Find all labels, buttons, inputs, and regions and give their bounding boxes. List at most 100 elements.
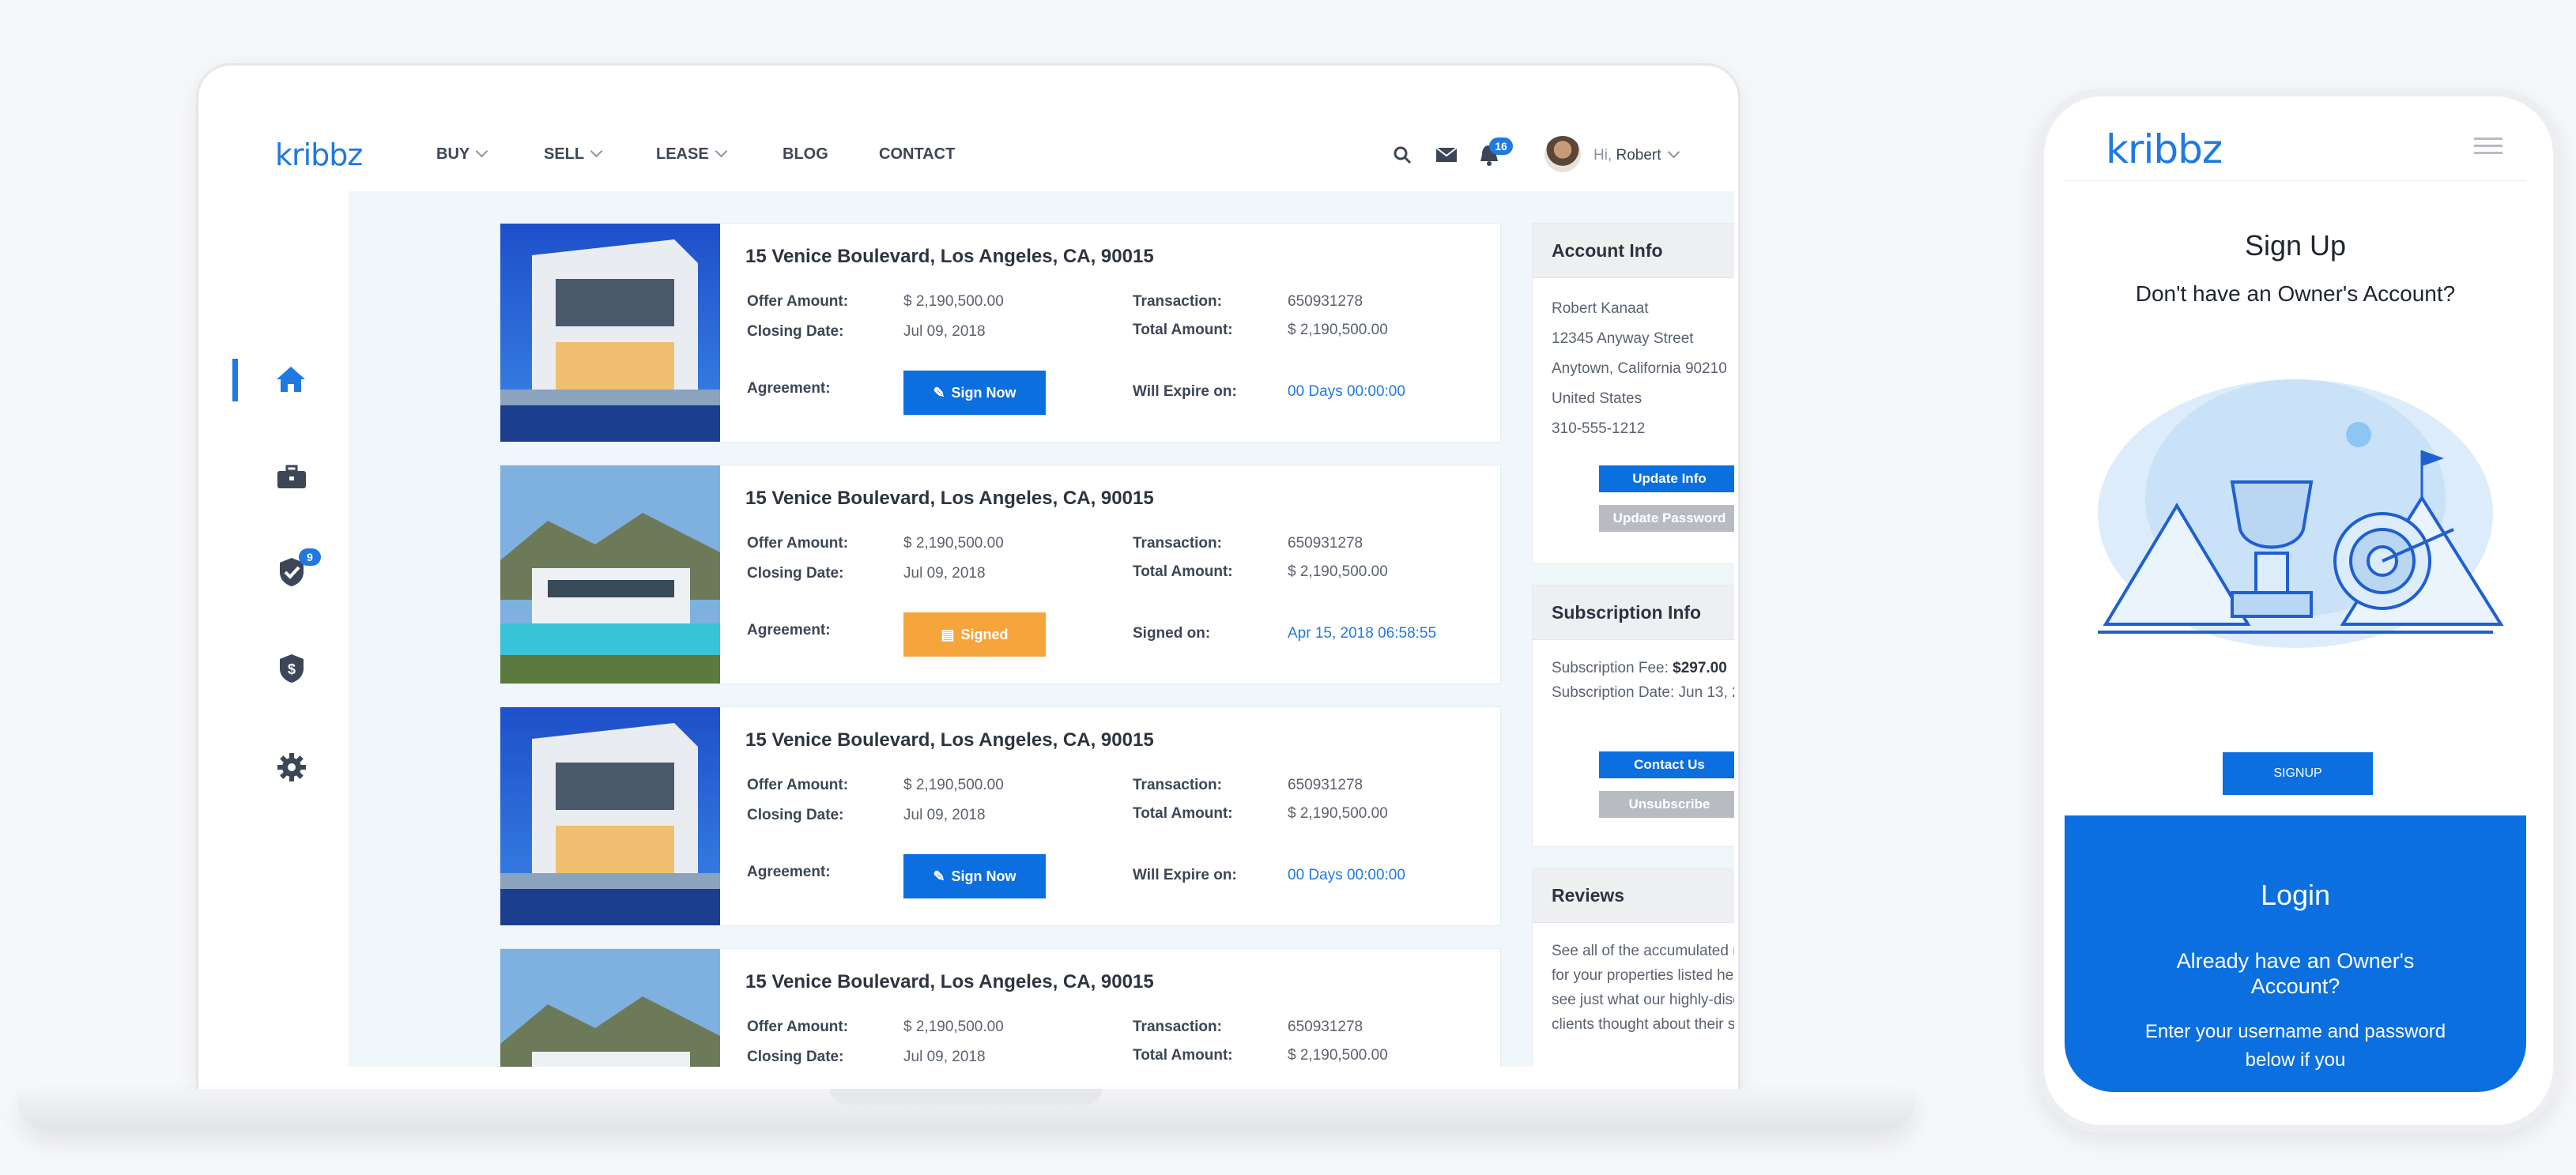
nav-buy[interactable]: BUY [436,145,488,164]
closing-label: Closing Date: [747,323,844,340]
transaction-value: 650931278 [1288,777,1363,793]
update-info-button[interactable]: Update Info [1599,465,1734,492]
signup-title: Sign Up [2244,229,2347,262]
update-password-button[interactable]: Update Password [1599,505,1734,532]
total-label: Total Amount: [1133,805,1233,822]
total-value: $ 2,190,500.00 [1288,563,1388,580]
home-icon[interactable] [275,365,307,394]
signed-button[interactable]: ▤ Signed [903,612,1046,657]
notification-badge: 16 [1489,137,1513,155]
property-photo[interactable] [500,465,720,684]
hamburger-menu-icon[interactable] [2474,136,2502,156]
login-instructions: Enter your username and password below i… [2144,1021,2446,1071]
phone-header: kribbz [2065,119,2526,181]
edit-icon: ✎ [933,868,945,884]
edit-icon: ✎ [933,384,945,401]
agreement-label: Agreement: [747,380,831,397]
closing-label: Closing Date: [747,565,844,582]
offer-label: Offer Amount: [747,1019,849,1035]
listing-card: 15 Venice Boulevard, Los Angeles, CA, 90… [500,948,1501,1067]
account-info-panel: Account Info Robert Kanaat 12345 Anyway … [1532,223,1734,564]
closing-value: Jul 09, 2018 [903,1049,986,1065]
total-label: Total Amount: [1133,322,1233,338]
offer-value: $ 2,190,500.00 [903,777,1004,793]
nav-blog[interactable]: BLOG [783,145,828,164]
subscription-fee: Subscription Fee: $297.00 [1552,660,1727,676]
laptop-screen: kribbz BUY SELL LEASE BLOG CONTACT 16 Hi… [232,119,1734,1067]
reviews-panel: Reviews See all of the accumulated revie… [1532,868,1734,1067]
expire-value: 00 Days 00:00:00 [1288,383,1405,400]
listing-card: 15 Venice Boulevard, Los Angeles, CA, 90… [500,465,1501,684]
chevron-down-icon [475,145,488,158]
chevron-down-icon [1667,145,1680,159]
shield-dollar-icon[interactable]: $ [278,653,305,684]
total-label: Total Amount: [1133,563,1233,580]
subscription-date: Subscription Date: Jun 13, 2018 [1552,684,1734,701]
gear-icon[interactable] [277,752,307,782]
sidebar-badge: 9 [299,548,321,566]
login-title: Login [2260,879,2331,911]
expire-label: Will Expire on: [1133,867,1237,883]
agreement-label: Agreement: [747,622,831,638]
offer-value: $ 2,190,500.00 [903,293,1004,310]
svg-text:$: $ [288,661,296,677]
agreement-label: Agreement: [747,864,831,880]
nav-lease[interactable]: LEASE [656,145,727,164]
transaction-label: Transaction: [1133,777,1222,793]
closing-label: Closing Date: [747,1049,844,1065]
login-section: Login Already have an Owner's Account? E… [2065,815,2526,1092]
sign-now-button[interactable]: ✎ Sign Now [903,371,1046,415]
offer-value: $ 2,190,500.00 [903,535,1004,552]
reviews-title: Reviews [1533,868,1734,923]
main-content: 15 Venice Boulevard, Los Angeles, CA, 90… [349,191,1734,1067]
sign-now-button[interactable]: ✎ Sign Now [903,854,1046,898]
listing-card: 15 Venice Boulevard, Los Angeles, CA, 90… [500,706,1501,926]
mail-icon[interactable] [1435,147,1458,163]
closing-label: Closing Date: [747,807,844,823]
chevron-down-icon [590,145,603,158]
offer-value: $ 2,190,500.00 [903,1019,1004,1035]
subscription-details: Subscription Fee: $297.00 Subscription D… [1533,640,1734,705]
user-greeting[interactable]: Hi, Robert [1593,145,1680,164]
search-icon[interactable] [1393,145,1413,166]
total-value: $ 2,190,500.00 [1288,322,1388,338]
reviews-text: See all of the accumulated reviews for y… [1552,943,1734,1033]
total-value: $ 2,190,500.00 [1288,1047,1388,1064]
unsubscribe-button[interactable]: Unsubscribe [1599,791,1734,818]
account-country: United States [1552,390,1643,407]
transaction-value: 650931278 [1288,1019,1363,1035]
contact-us-button[interactable]: Contact Us [1599,751,1734,778]
trophy-illustration [2098,379,2504,648]
signup-subtitle: Don't have an Owner's Account? [2135,281,2456,306]
property-photo[interactable] [500,224,720,442]
account-info-title: Account Info [1533,224,1734,278]
transaction-value: 650931278 [1288,293,1363,310]
signup-button[interactable]: SIGNUP [2223,752,2373,795]
account-street: 12345 Anyway Street [1552,330,1694,347]
transaction-value: 650931278 [1288,535,1363,552]
property-photo[interactable] [500,949,720,1067]
offer-label: Offer Amount: [747,535,849,552]
kribbz-logo[interactable]: kribbz [2106,126,2223,172]
account-city: Anytown, California 90210 [1552,360,1727,377]
top-navbar: kribbz BUY SELL LEASE BLOG CONTACT 16 Hi… [232,119,1734,192]
kribbz-logo[interactable]: kribbz [275,137,363,172]
transaction-label: Transaction: [1133,535,1222,552]
property-photo[interactable] [500,707,720,925]
nav-contact[interactable]: CONTACT [879,145,955,164]
signed-on-label: Signed on: [1133,625,1211,642]
closing-value: Jul 09, 2018 [903,565,986,582]
briefcase-icon[interactable] [277,465,307,490]
transaction-label: Transaction: [1133,1019,1222,1035]
expire-label: Will Expire on: [1133,383,1237,400]
nav-sell[interactable]: SELL [544,145,603,164]
transaction-label: Transaction: [1133,293,1222,310]
closing-value: Jul 09, 2018 [903,323,986,340]
phone-screen: kribbz Sign Up Don't have an Owner's Acc… [2065,119,2526,1092]
avatar[interactable] [1544,136,1581,172]
offer-label: Offer Amount: [747,293,849,310]
subscription-panel: Subscription Info Subscription Fee: $297… [1532,585,1734,847]
total-label: Total Amount: [1133,1047,1233,1064]
offer-label: Offer Amount: [747,777,849,793]
chevron-down-icon [715,145,727,158]
